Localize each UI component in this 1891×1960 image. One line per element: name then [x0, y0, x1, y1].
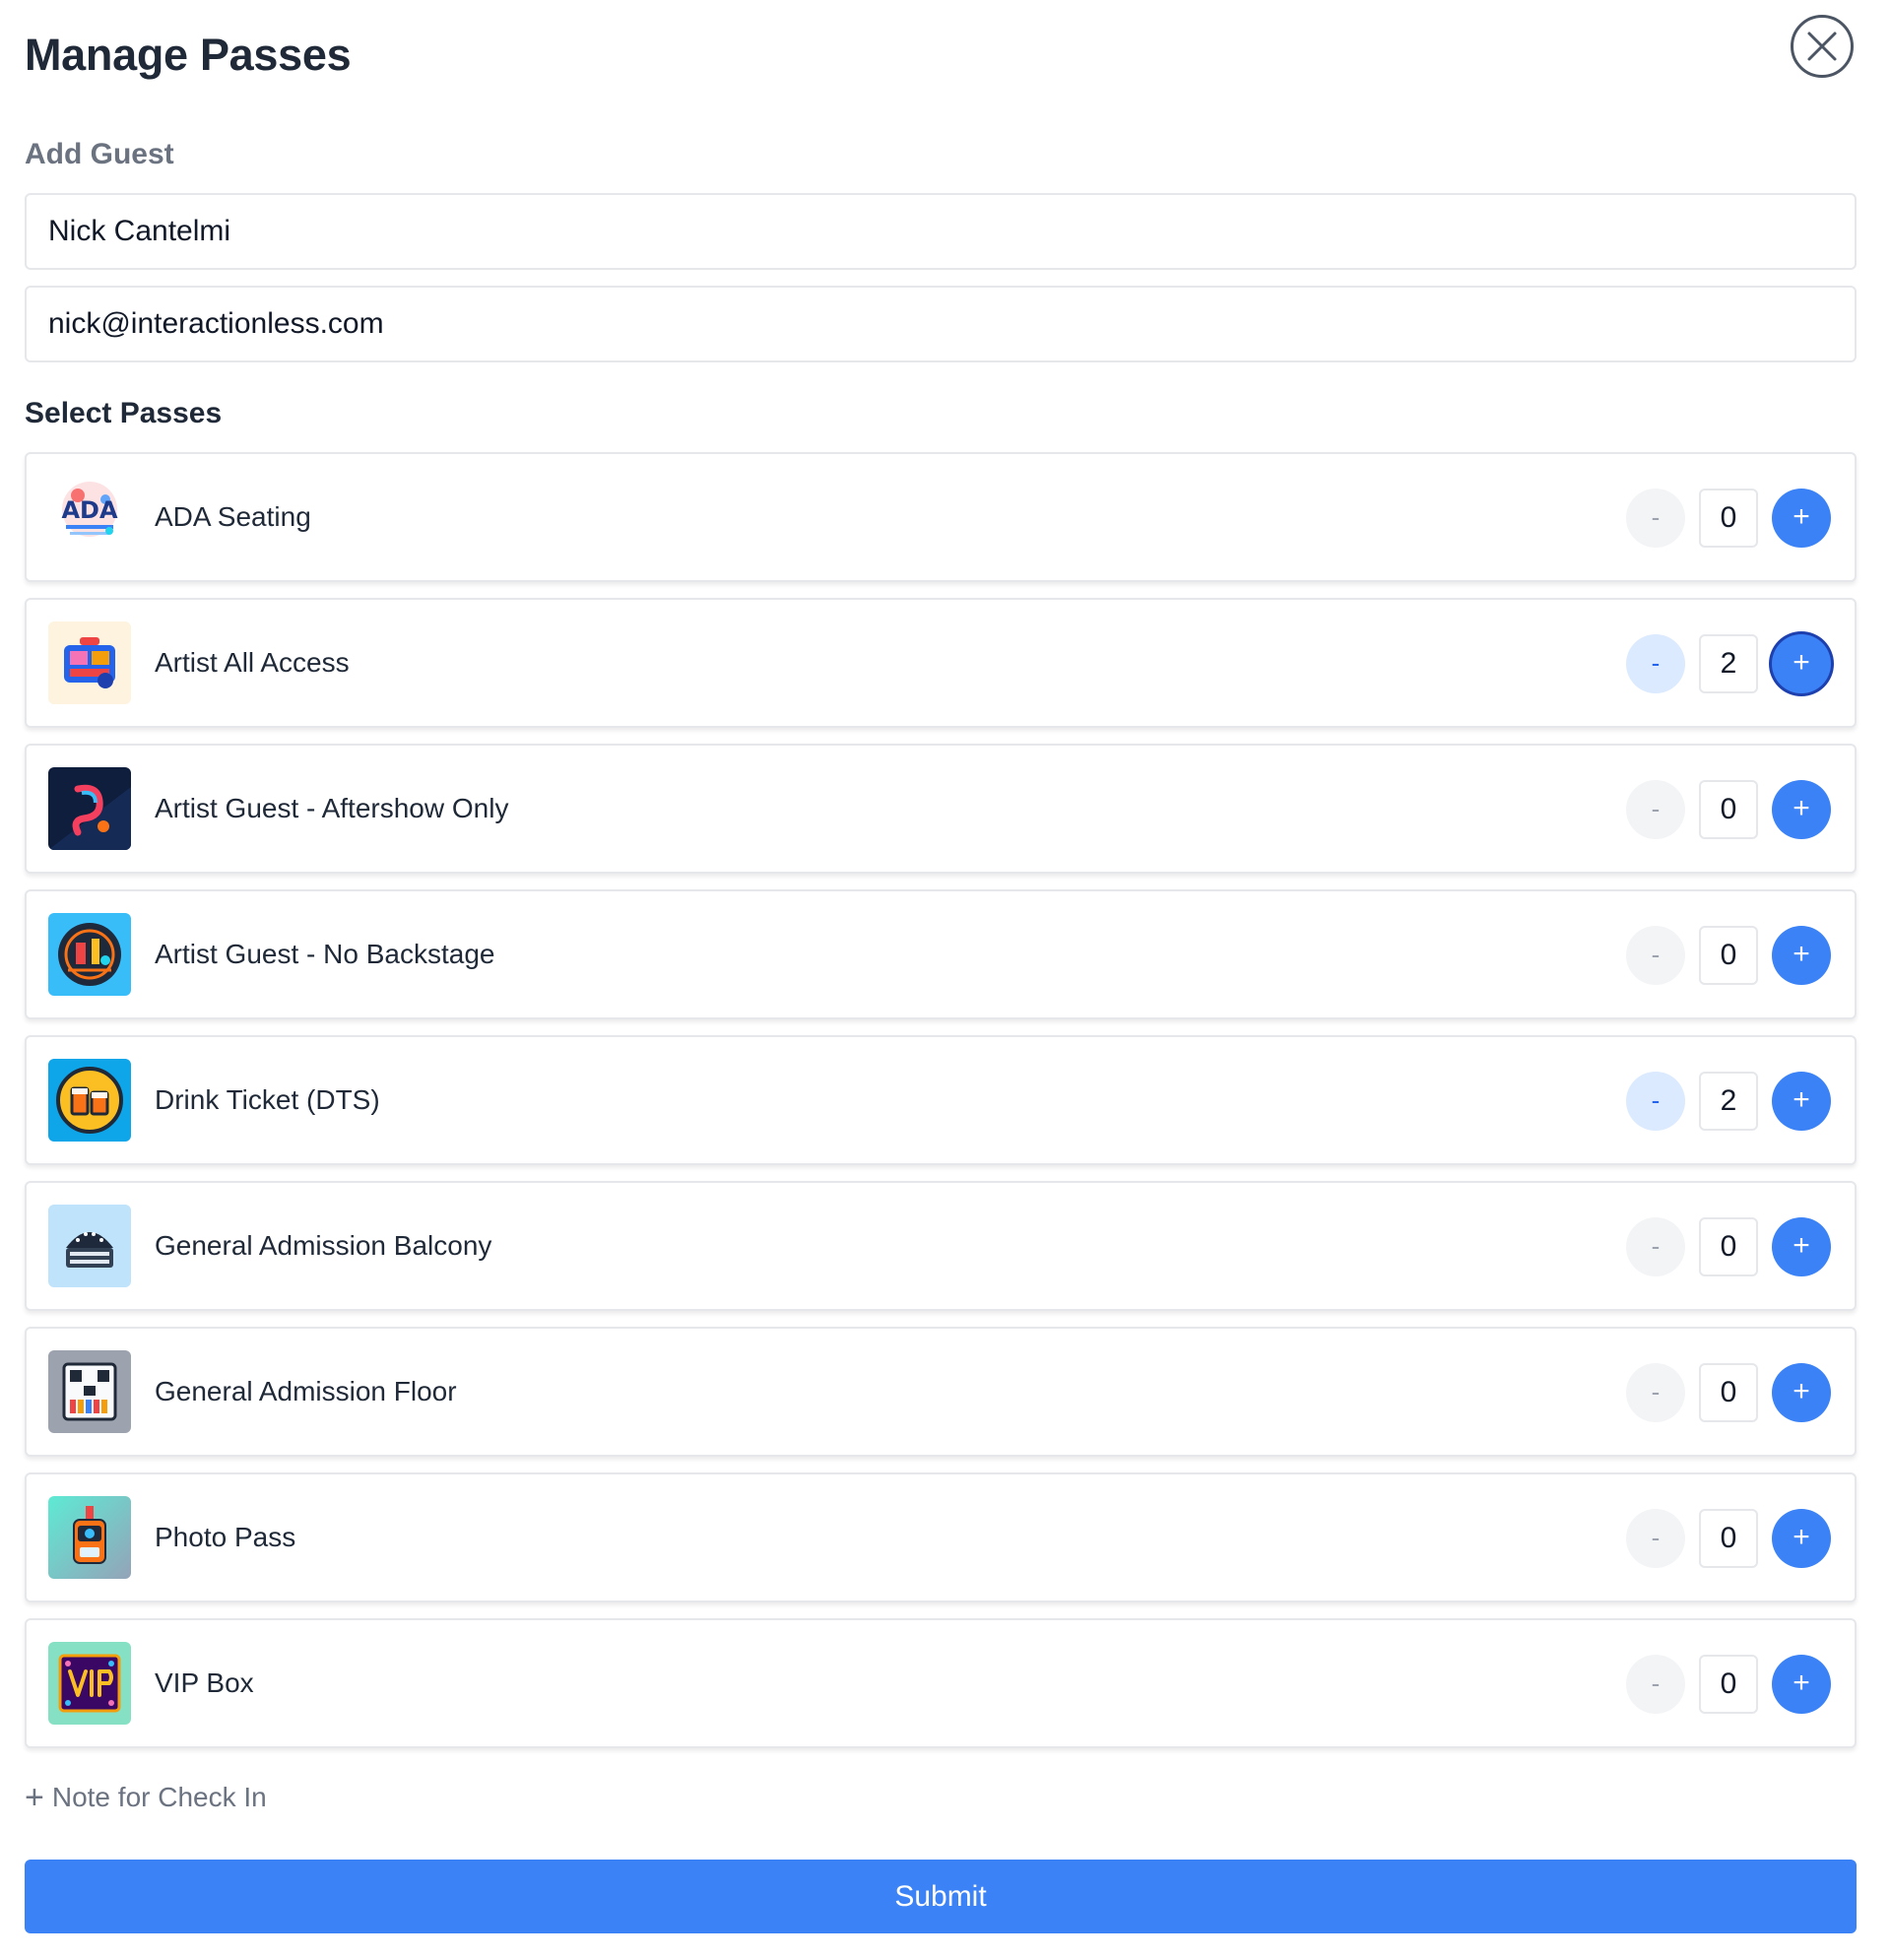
- quantity-stepper: - 0 +: [1626, 1363, 1833, 1422]
- pass-row-photo-pass: Photo Pass - 0 +: [25, 1472, 1857, 1602]
- quantity-value[interactable]: 0: [1699, 926, 1758, 985]
- pass-row-artist-guest-no-backstage: Artist Guest - No Backstage - 0 +: [25, 889, 1857, 1019]
- quantity-stepper: - 0 +: [1626, 926, 1833, 985]
- increment-button[interactable]: +: [1772, 1363, 1831, 1422]
- plus-icon: +: [25, 1779, 44, 1816]
- quantity-stepper: - 2 +: [1626, 1072, 1833, 1131]
- artist-guest-no-backstage-icon: [48, 913, 131, 996]
- quantity-stepper: - 0 +: [1626, 1655, 1833, 1714]
- pass-name: Artist All Access: [155, 647, 350, 678]
- ada-seating-icon: ADA: [48, 476, 131, 558]
- quantity-value[interactable]: 0: [1699, 1509, 1758, 1568]
- quantity-value[interactable]: 0: [1699, 1217, 1758, 1276]
- pass-list: ADA ADA Seating - 0 + Artist All Access …: [25, 452, 1857, 1764]
- add-note-label: Note for Check In: [51, 1782, 267, 1812]
- guest-email-input[interactable]: [25, 286, 1857, 362]
- pass-row-ada-seating: ADA ADA Seating - 0 +: [25, 452, 1857, 582]
- decrement-button[interactable]: -: [1626, 1217, 1685, 1276]
- close-button[interactable]: [1791, 15, 1854, 78]
- pass-name: General Admission Balcony: [155, 1230, 492, 1261]
- quantity-stepper: - 0 +: [1626, 1217, 1833, 1276]
- pass-name: ADA Seating: [155, 501, 311, 532]
- pass-name: Photo Pass: [155, 1522, 296, 1552]
- increment-button[interactable]: +: [1772, 1509, 1831, 1568]
- pass-name: Artist Guest - No Backstage: [155, 939, 495, 969]
- select-passes-label: Select Passes: [25, 397, 223, 429]
- decrement-button[interactable]: -: [1626, 1509, 1685, 1568]
- add-guest-label: Add Guest: [25, 138, 174, 170]
- decrement-button[interactable]: -: [1626, 634, 1685, 693]
- quantity-stepper: - 0 +: [1626, 489, 1833, 548]
- increment-button[interactable]: +: [1772, 1217, 1831, 1276]
- manage-passes-modal: Manage Passes Add Guest Select Passes AD…: [0, 0, 1891, 1960]
- quantity-value[interactable]: 2: [1699, 1072, 1758, 1131]
- ga-balcony-icon: [48, 1205, 131, 1287]
- increment-button[interactable]: +: [1772, 1072, 1831, 1131]
- decrement-button[interactable]: -: [1626, 780, 1685, 839]
- guest-name-input[interactable]: [25, 193, 1857, 270]
- quantity-value[interactable]: 0: [1699, 1655, 1758, 1714]
- add-note-button[interactable]: + Note for Check In: [25, 1779, 267, 1817]
- submit-button[interactable]: Submit: [25, 1860, 1857, 1933]
- pass-row-vip-box: VIP Box - 0 +: [25, 1618, 1857, 1748]
- pass-row-ga-floor: General Admission Floor - 0 +: [25, 1327, 1857, 1457]
- close-icon: [1807, 32, 1837, 61]
- pass-name: Drink Ticket (DTS): [155, 1084, 380, 1115]
- ga-floor-icon: [48, 1350, 131, 1433]
- vip-box-icon: [48, 1642, 131, 1725]
- decrement-button[interactable]: -: [1626, 1363, 1685, 1422]
- pass-row-ga-balcony: General Admission Balcony - 0 +: [25, 1181, 1857, 1311]
- quantity-value[interactable]: 2: [1699, 634, 1758, 693]
- drink-ticket-icon: [48, 1059, 131, 1142]
- photo-pass-icon: [48, 1496, 131, 1579]
- artist-all-access-icon: [48, 621, 131, 704]
- increment-button[interactable]: +: [1772, 489, 1831, 548]
- quantity-stepper: - 2 +: [1626, 634, 1833, 693]
- svg-text:ADA: ADA: [61, 496, 117, 524]
- pass-row-artist-all-access: Artist All Access - 2 +: [25, 598, 1857, 728]
- quantity-value[interactable]: 0: [1699, 780, 1758, 839]
- pass-name: VIP Box: [155, 1667, 254, 1698]
- artist-guest-aftershow-icon: [48, 767, 131, 850]
- decrement-button[interactable]: -: [1626, 1655, 1685, 1714]
- increment-button[interactable]: +: [1772, 780, 1831, 839]
- decrement-button[interactable]: -: [1626, 489, 1685, 548]
- increment-button[interactable]: +: [1772, 926, 1831, 985]
- pass-name: General Admission Floor: [155, 1376, 457, 1406]
- quantity-stepper: - 0 +: [1626, 780, 1833, 839]
- page-title: Manage Passes: [25, 30, 352, 80]
- decrement-button[interactable]: -: [1626, 1072, 1685, 1131]
- quantity-value[interactable]: 0: [1699, 489, 1758, 548]
- increment-button[interactable]: +: [1772, 634, 1831, 693]
- pass-name: Artist Guest - Aftershow Only: [155, 793, 509, 823]
- quantity-stepper: - 0 +: [1626, 1509, 1833, 1568]
- pass-row-artist-guest-aftershow: Artist Guest - Aftershow Only - 0 +: [25, 744, 1857, 874]
- pass-row-drink-ticket: Drink Ticket (DTS) - 2 +: [25, 1035, 1857, 1165]
- decrement-button[interactable]: -: [1626, 926, 1685, 985]
- quantity-value[interactable]: 0: [1699, 1363, 1758, 1422]
- increment-button[interactable]: +: [1772, 1655, 1831, 1714]
